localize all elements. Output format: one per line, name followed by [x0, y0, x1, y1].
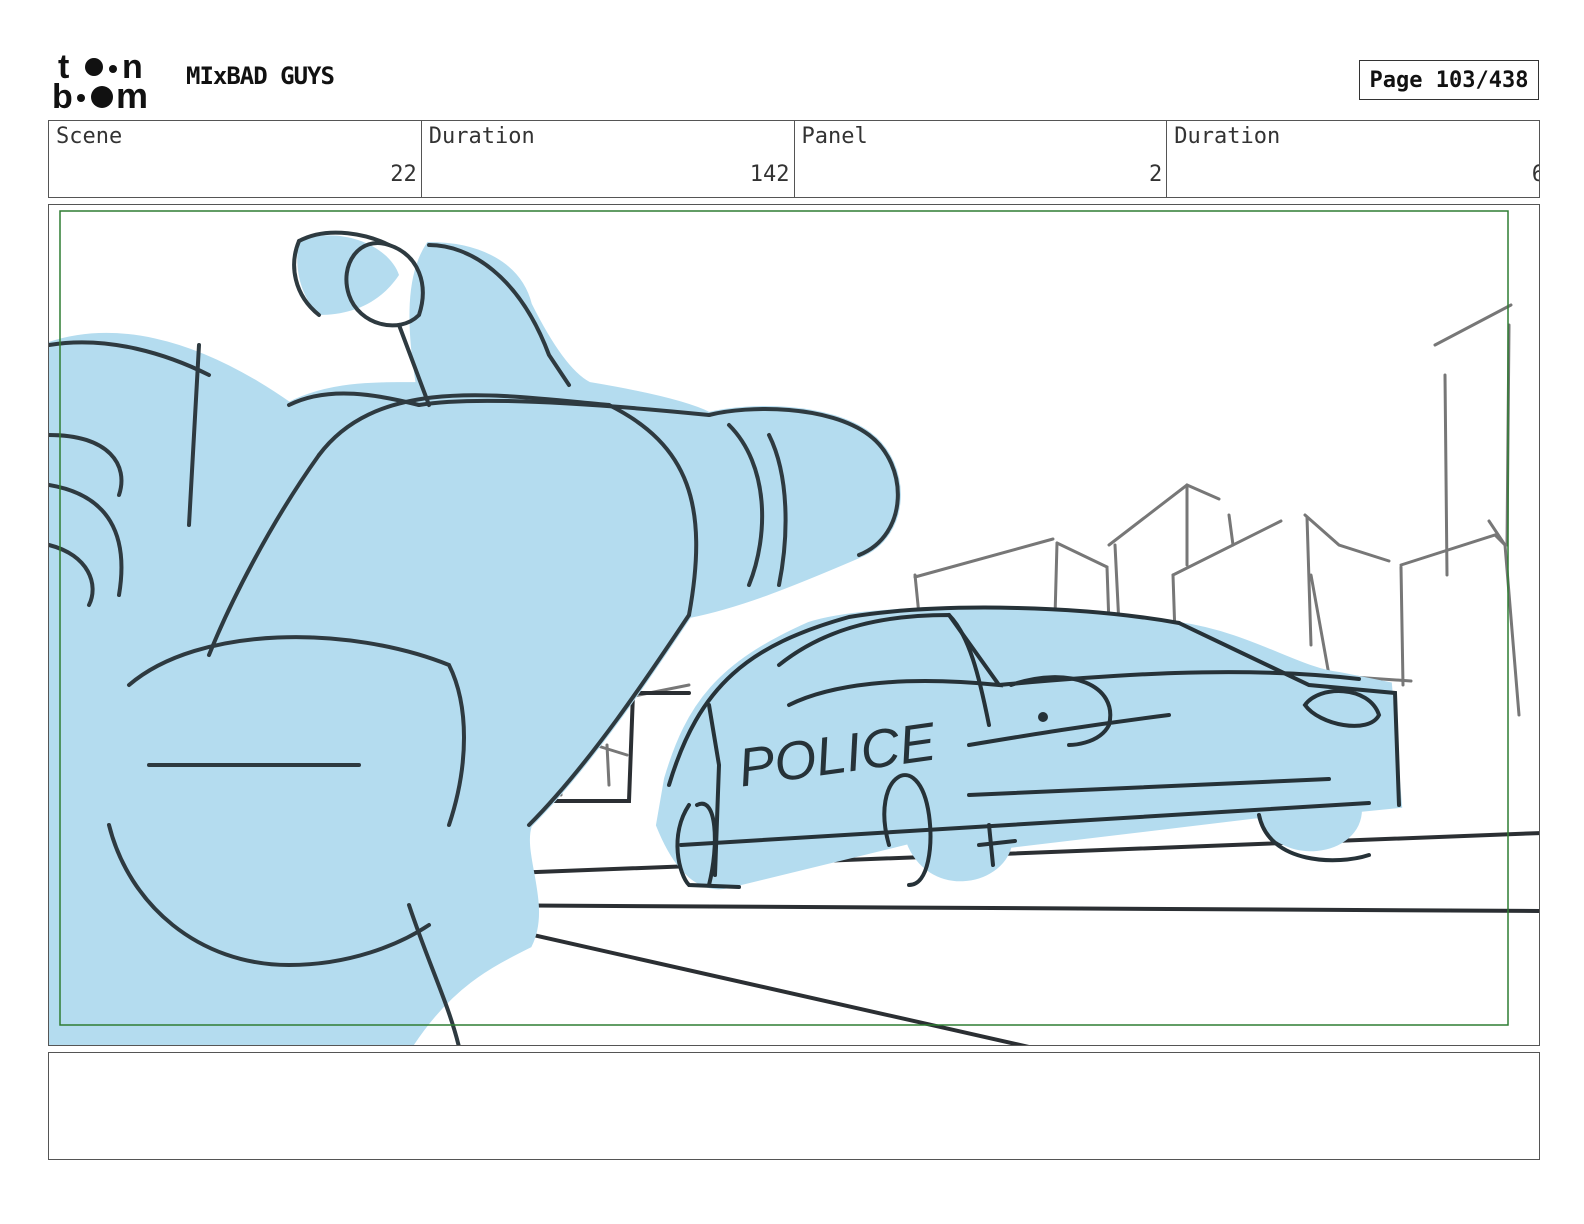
police-car: POLICE: [655, 605, 1403, 890]
panel-duration-label: Duration: [1174, 124, 1281, 149]
caption-box: [48, 1052, 1540, 1160]
panel-value: 2: [1149, 162, 1163, 187]
panel-label: Panel: [801, 124, 868, 149]
logo-letter-m: m: [116, 75, 148, 112]
scene-cell: Scene 22: [49, 121, 422, 197]
scene-duration-label: Duration: [428, 124, 535, 149]
toon-boom-logo: t n b m: [52, 50, 148, 112]
creature-figure: [49, 230, 901, 1045]
scene-label: Scene: [56, 124, 123, 149]
logo-letter-b: b: [52, 78, 73, 112]
page-indicator: Page 103/438: [1359, 60, 1539, 100]
project-title: MIxBAD GUYS: [186, 62, 335, 90]
panel-sketch: POLICE: [49, 210, 1539, 1045]
panel-cell: Panel 2: [795, 121, 1168, 197]
scene-value: 22: [390, 162, 417, 187]
scene-duration-value: 142: [749, 162, 790, 187]
scene-duration-cell: Duration 142: [422, 121, 795, 197]
storyboard-panel: POLICE: [48, 204, 1540, 1046]
panel-duration-value: 6: [1531, 162, 1539, 187]
info-table: Scene 22 Duration 142 Panel 2 Duration 6: [48, 120, 1540, 198]
panel-duration-cell: Duration 6: [1167, 121, 1539, 197]
